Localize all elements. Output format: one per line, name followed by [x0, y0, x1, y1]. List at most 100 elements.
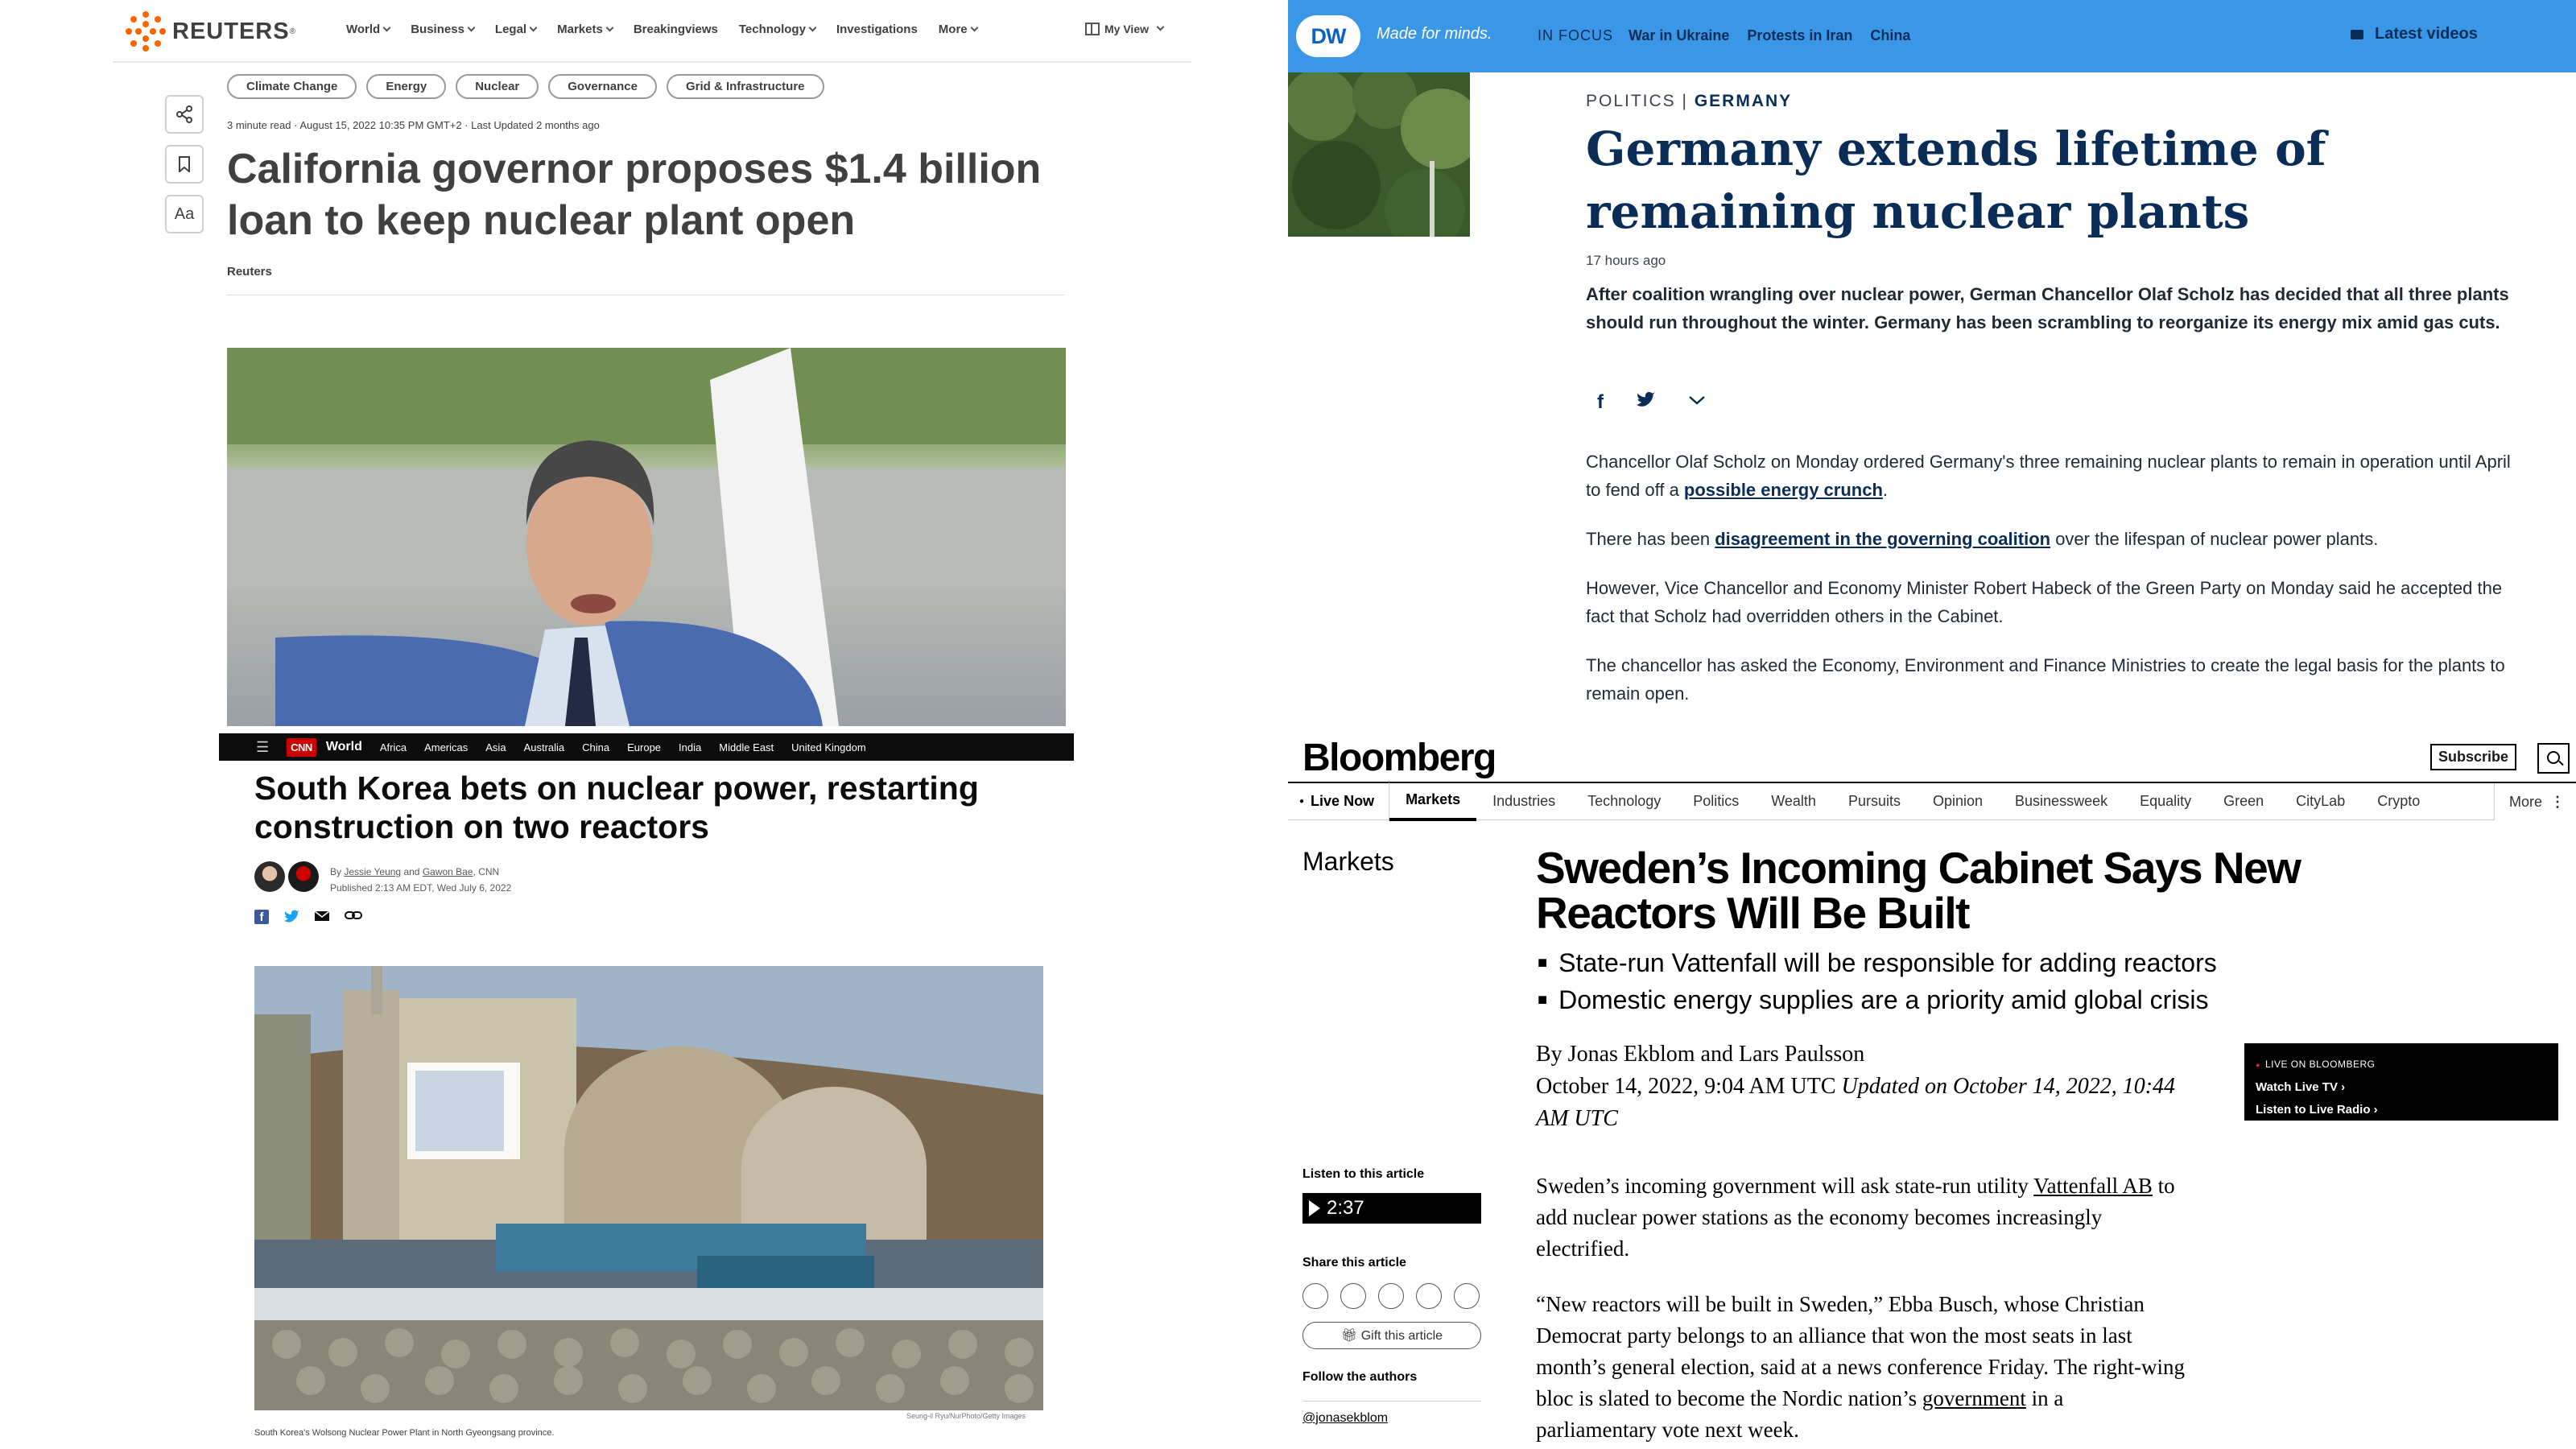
share-button[interactable]: [165, 95, 204, 134]
cnn-nav-united-kingdom[interactable]: United Kingdom: [791, 741, 866, 753]
nav-markets[interactable]: Markets: [557, 23, 614, 36]
cnn-headline: South Korea bets on nuclear power, resta…: [254, 770, 979, 845]
vattenfall-link[interactable]: Vattenfall AB: [2033, 1174, 2153, 1198]
chip-energy[interactable]: Energy: [366, 74, 447, 99]
published-time: Published 2:13 AM EDT, Wed July 6, 2022: [330, 882, 512, 894]
gift-icon: 🎁︎: [1340, 1329, 1358, 1343]
nav-more[interactable]: More ⋮: [2493, 783, 2576, 820]
paragraph: However, Vice Chancellor and Economy Min…: [1586, 578, 2503, 626]
nav-breakingviews[interactable]: Breakingviews: [634, 23, 718, 36]
nav-wealth[interactable]: Wealth: [1755, 793, 1832, 810]
nav-politics[interactable]: Politics: [1677, 793, 1755, 810]
gift-article-button[interactable]: 🎁︎ Gift this article: [1302, 1322, 1481, 1349]
avatar[interactable]: [254, 861, 285, 892]
cnn-logo[interactable]: CNN: [287, 737, 316, 757]
nav-more[interactable]: More: [939, 23, 979, 36]
chip-governance[interactable]: Governance: [548, 74, 657, 99]
reuters-logo[interactable]: REUTERS ®: [124, 11, 295, 52]
author-link[interactable]: Gawon Bae: [423, 866, 473, 877]
nav-pursuits[interactable]: Pursuits: [1832, 793, 1917, 810]
dw-article-thumbnail: [1288, 72, 1470, 237]
share-link-icon[interactable]: [1454, 1283, 1480, 1309]
chevron-down-icon: [467, 23, 476, 32]
cnn-nav-middle-east[interactable]: Middle East: [719, 741, 774, 753]
section-label[interactable]: Markets: [1302, 847, 1394, 877]
article-headline: California governor proposes $1.4 billio…: [227, 146, 1042, 244]
dw-tagline: Made for minds.: [1377, 25, 1492, 43]
font-size-button[interactable]: Aa: [165, 195, 204, 233]
watch-live-tv-link[interactable]: Watch Live TV: [2256, 1080, 2345, 1094]
reuters-logo-icon: [124, 10, 167, 53]
cnn-nav-china[interactable]: China: [582, 741, 609, 753]
facebook-icon[interactable]: f: [1597, 391, 1604, 414]
hamburger-menu-icon[interactable]: ☰: [256, 739, 269, 756]
chevron-down-icon[interactable]: [1687, 391, 1707, 409]
author-link[interactable]: Jessie Yeung: [344, 866, 401, 877]
chip-climate-change[interactable]: Climate Change: [227, 74, 357, 99]
cnn-nav-americas[interactable]: Americas: [424, 741, 468, 753]
kicker-country[interactable]: GERMANY: [1695, 92, 1792, 110]
cnn-section-world[interactable]: World: [326, 740, 362, 754]
email-icon[interactable]: [314, 910, 330, 923]
audio-play-button[interactable]: 2:37: [1302, 1193, 1481, 1224]
cnn-nav-asia[interactable]: Asia: [485, 741, 506, 753]
author-handle-link[interactable]: @jonasekblom: [1302, 1401, 1481, 1426]
subscribe-button[interactable]: Subscribe: [2430, 744, 2517, 770]
focus-topics: War in Ukraine Protests in Iran China: [1629, 27, 1910, 44]
dw-logo[interactable]: DW: [1296, 15, 1360, 57]
nav-investigations[interactable]: Investigations: [836, 23, 918, 36]
video-camera-icon: [2351, 29, 2363, 39]
search-icon[interactable]: [2537, 743, 2570, 774]
avatar[interactable]: [288, 861, 319, 892]
live-now-link[interactable]: Live Now: [1288, 782, 1390, 821]
government-link[interactable]: government: [1922, 1386, 2026, 1410]
nav-equality[interactable]: Equality: [2124, 793, 2207, 810]
nav-crypto[interactable]: Crypto: [2361, 793, 2436, 810]
chip-nuclear[interactable]: Nuclear: [456, 74, 539, 99]
chevron-down-icon: [808, 23, 817, 32]
topic-war-in-ukraine[interactable]: War in Ukraine: [1629, 27, 1729, 44]
share-twitter-icon[interactable]: [1302, 1283, 1328, 1309]
share-linkedin-icon[interactable]: [1378, 1283, 1404, 1309]
share-email-icon[interactable]: [1416, 1283, 1442, 1309]
bloomberg-nav: Live Now Markets Industries Technology P…: [1288, 782, 2576, 821]
reuters-header: REUTERS ® World Business Legal Markets Br…: [113, 0, 1191, 63]
nav-technology[interactable]: Technology: [739, 23, 817, 36]
article-meta: 3 minute read · August 15, 2022 10:35 PM…: [227, 119, 600, 131]
cnn-nav-europe[interactable]: Europe: [627, 741, 661, 753]
latest-videos-link[interactable]: Latest videos: [2351, 25, 2478, 43]
article-side-rail: Listen to this article 2:37 Share this a…: [1302, 1167, 1481, 1426]
nav-world[interactable]: World: [346, 23, 391, 36]
cnn-nav-africa[interactable]: Africa: [380, 741, 407, 753]
kicker-section[interactable]: POLITICS: [1586, 92, 1676, 110]
nav-citylab[interactable]: CityLab: [2280, 793, 2361, 810]
nav-opinion[interactable]: Opinion: [1917, 793, 1999, 810]
coalition-disagreement-link[interactable]: disagreement in the governing coalition: [1715, 529, 2050, 549]
nav-legal[interactable]: Legal: [495, 23, 538, 36]
topic-china[interactable]: China: [1870, 27, 1910, 44]
twitter-icon[interactable]: [1636, 391, 1655, 409]
facebook-icon[interactable]: f: [254, 910, 269, 924]
nav-markets[interactable]: Markets: [1389, 782, 1477, 821]
twitter-icon[interactable]: [283, 910, 299, 924]
cnn-nav-australia[interactable]: Australia: [524, 741, 565, 753]
chip-grid-infrastructure[interactable]: Grid & Infrastructure: [666, 74, 824, 99]
link-icon[interactable]: [345, 910, 362, 921]
nav-businessweek[interactable]: Businessweek: [1999, 793, 2124, 810]
reuters-wordmark: REUTERS: [172, 18, 290, 44]
energy-crunch-link[interactable]: possible energy crunch: [1684, 480, 1883, 500]
listen-live-radio-link[interactable]: Listen to Live Radio: [2256, 1103, 2378, 1117]
my-view-button[interactable]: My View: [1085, 23, 1165, 35]
share-facebook-icon[interactable]: [1340, 1283, 1366, 1309]
paragraph: “New reactors will be built in Sweden,” …: [1536, 1292, 2185, 1442]
nav-business[interactable]: Business: [411, 23, 476, 36]
nav-green[interactable]: Green: [2207, 793, 2280, 810]
paragraph: There has been disagreement in the gover…: [1586, 529, 2379, 549]
nav-technology[interactable]: Technology: [1571, 793, 1677, 810]
cnn-nav-india[interactable]: India: [679, 741, 701, 753]
topic-protests-in-iran[interactable]: Protests in Iran: [1747, 27, 1852, 44]
bloomberg-logo[interactable]: Bloomberg: [1302, 736, 1496, 780]
dw-article-body: Chancellor Olaf Scholz on Monday ordered…: [1586, 448, 2512, 724]
bookmark-button[interactable]: [165, 145, 204, 184]
nav-industries[interactable]: Industries: [1476, 793, 1571, 810]
